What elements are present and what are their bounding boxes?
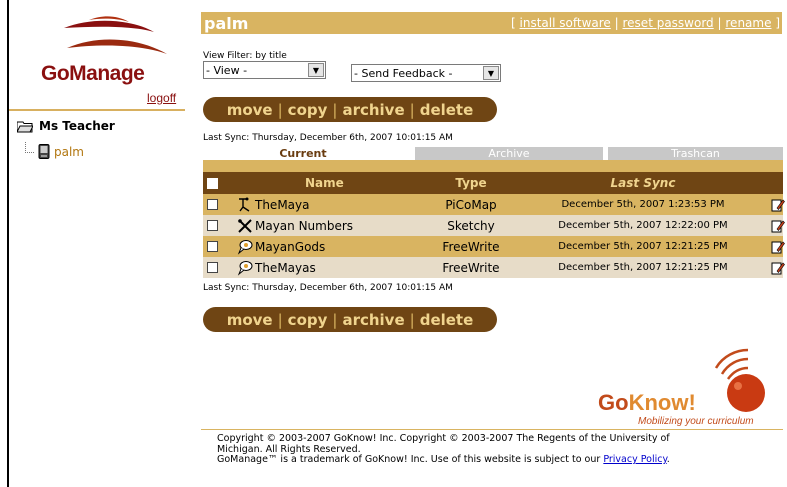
rename-link[interactable]: rename [725,16,771,30]
sidebar: GoManage logoff Ms Teacher palm [9,8,195,487]
row-checkbox[interactable] [207,262,218,273]
handheld-device-icon [38,144,50,159]
row-name[interactable]: Mayan Numbers [255,219,353,233]
edit-icon[interactable] [771,240,785,254]
move-button[interactable]: move [222,311,278,329]
edit-icon[interactable] [771,219,785,233]
row-checkbox[interactable] [207,220,218,231]
goknow-tagline: Mobilizing your curriculum [638,416,754,427]
delete-button[interactable]: delete [415,101,479,119]
action-bar-bottom: move | copy | archive | delete [203,307,497,332]
copyright-footer: Copyright © 2003-2007 GoKnow! Inc. Copyr… [217,433,783,466]
edit-icon[interactable] [771,198,785,212]
tab-underbar [203,160,783,172]
table-row[interactable]: MayanGods FreeWrite December 5th, 2007 1… [203,236,785,257]
row-last-sync: December 5th, 2007 1:23:53 PM [561,199,725,210]
copy-button[interactable]: copy [283,311,333,329]
reset-password-link[interactable]: reset password [623,16,714,30]
edit-icon[interactable] [771,261,785,275]
row-type: FreeWrite [442,239,500,254]
last-sync-top: Last Sync: Thursday, December 6th, 2007 … [203,133,453,143]
install-software-link[interactable]: install software [520,16,611,30]
move-button[interactable]: move [222,101,278,119]
gomanage-logo-text: GoManage [41,62,145,85]
view-filter-value: - View - [206,63,248,77]
row-last-sync: December 5th, 2007 12:21:25 PM [558,262,728,273]
bracket-close: ] [775,16,780,30]
page-title: palm [204,13,249,33]
device-header-bar: palm [ install software | reset password… [201,12,782,34]
privacy-policy-link[interactable]: Privacy Policy [603,454,666,465]
select-all-checkbox[interactable] [207,177,218,189]
freewrite-icon [237,239,253,255]
table-row[interactable]: TheMaya PiCoMap December 5th, 2007 1:23:… [203,194,785,215]
open-folder-icon [17,121,33,132]
tab-current[interactable]: Current [203,147,403,160]
tab-trashcan[interactable]: Trashcan [608,147,783,160]
trademark-period: . [666,454,670,465]
goknow-know: Know! [628,390,696,415]
archive-button[interactable]: archive [337,311,409,329]
row-type: FreeWrite [442,260,500,275]
action-bar-top: move | copy | archive | delete [203,97,497,122]
file-table: Name Type Last Sync TheMaya PiCoMap Dece… [203,172,785,278]
archive-button[interactable]: archive [337,101,409,119]
tree-root-label: Ms Teacher [39,119,115,133]
row-name[interactable]: TheMayas [255,261,316,275]
row-checkbox[interactable] [207,241,218,252]
view-filter-label: View Filter: by title [203,51,287,61]
copyright-line-1: Copyright © 2003-2007 GoKnow! Inc. Copyr… [217,433,670,444]
gomanage-logo-swoosh [64,16,167,54]
table-row[interactable]: Mayan Numbers Sketchy December 5th, 2007… [203,215,785,236]
logoff-link[interactable]: logoff [147,91,176,105]
freewrite-icon [237,260,253,276]
left-frame-border [0,0,9,487]
bracket-open: [ [511,16,516,30]
column-header-last-sync[interactable]: Last Sync [538,172,748,194]
send-feedback-select[interactable]: - Send Feedback - ▼ [351,64,501,82]
column-header-name[interactable]: Name [305,172,344,194]
row-type: PiCoMap [445,197,497,212]
view-filter-select[interactable]: - View - ▼ [203,61,326,79]
last-sync-bottom: Last Sync: Thursday, December 6th, 2007 … [203,283,453,293]
row-name[interactable]: TheMaya [255,198,309,212]
row-last-sync: December 5th, 2007 12:21:25 PM [558,241,728,252]
table-header-row: Name Type Last Sync [203,172,783,194]
delete-button[interactable]: delete [415,311,479,329]
tree-connector [25,142,34,153]
table-row[interactable]: TheMayas FreeWrite December 5th, 2007 12… [203,257,785,278]
tab-strip: Current Archive Trashcan [203,147,783,160]
picomap-icon [239,197,250,212]
tree-item-label: palm [54,144,84,159]
tab-archive[interactable]: Archive [415,147,603,160]
link-separator: | [717,16,722,30]
tree-root-ms-teacher[interactable]: Ms Teacher [17,119,115,133]
column-header-type[interactable]: Type [421,172,521,194]
sidebar-divider [9,109,185,111]
link-separator: | [614,16,619,30]
chevron-down-icon: ▼ [483,66,499,80]
copy-button[interactable]: copy [283,101,333,119]
goknow-go: Go [598,390,629,415]
chevron-down-icon: ▼ [308,63,324,77]
row-last-sync: December 5th, 2007 12:22:00 PM [558,220,728,231]
send-feedback-value: - Send Feedback - [354,66,453,80]
tree-item-palm[interactable]: palm [25,142,84,159]
sketchy-icon [238,218,252,233]
trademark-text: GoManage™ is a trademark of GoKnow! Inc.… [217,454,601,465]
goknow-logo: GoKnow! Mobilizing your curriculum [598,348,787,428]
footer-divider [201,429,783,430]
trademark-line: GoManage™ is a trademark of GoKnow! Inc.… [217,454,783,466]
header-links: [ install software | reset password | re… [511,16,782,30]
row-type: Sketchy [447,218,495,233]
goknow-wordmark: GoKnow! [598,390,696,416]
row-checkbox[interactable] [207,199,218,210]
row-name[interactable]: MayanGods [255,240,325,254]
